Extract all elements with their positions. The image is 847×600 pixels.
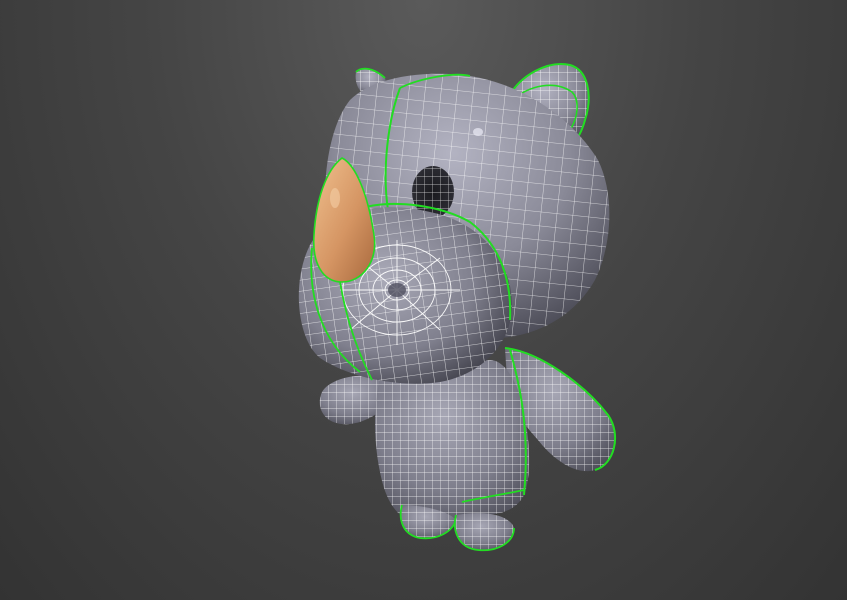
rhino-model (298, 63, 617, 552)
3d-viewport[interactable] (0, 0, 847, 600)
right-foot (454, 513, 515, 552)
